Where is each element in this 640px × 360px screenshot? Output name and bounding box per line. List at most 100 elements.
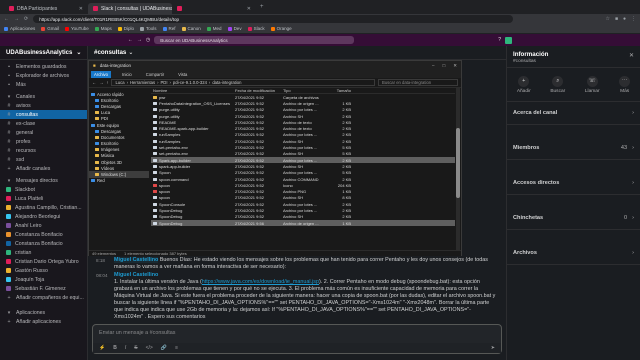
new-tab-icon[interactable]: + xyxy=(260,4,264,10)
workspace-header[interactable]: UDABusinessAnalytics ⌄ xyxy=(0,46,87,60)
channel-header[interactable]: #consultas ⌄ xyxy=(88,46,506,60)
dm-header[interactable]: ▾ Mensajes directos xyxy=(0,176,87,185)
dm-item[interactable]: Cristian Dario Ortega Yubro xyxy=(0,257,87,266)
dm-item[interactable]: cristian xyxy=(0,248,87,257)
dm-list: Slackbot Luca Platteli Agustina Campillo, … xyxy=(0,185,87,293)
slack-search-bar[interactable]: Buscar en UDABusinessAnalytics xyxy=(154,36,355,44)
folder-icon xyxy=(95,117,99,121)
menu-icon[interactable]: ⋮ xyxy=(631,16,636,22)
sidebar-nav-item[interactable]: ▪ Explorador de archivos xyxy=(0,71,87,80)
message[interactable]: 08:04 Miguel Castellino xyxy=(96,272,498,279)
hash-icon: # xyxy=(7,111,11,118)
browser-tab[interactable]: Slack | consultas | UDABusinessA...✕ xyxy=(88,3,172,14)
add-channels-button[interactable]: + Añadir canales xyxy=(0,164,87,173)
back-icon[interactable]: ← xyxy=(4,16,9,22)
dm-item[interactable]: Alejandro Beorlegui xyxy=(0,212,87,221)
history-forward-icon[interactable]: → xyxy=(137,37,142,43)
file-type: Archivo por lotes ... xyxy=(283,207,318,213)
channels-header[interactable]: ▾ Canales xyxy=(0,92,87,101)
message[interactable]: 8:18 Miguel Castellino Buenos Días: He e… xyxy=(96,257,498,271)
dm-item[interactable]: Luca Platteli xyxy=(0,194,87,203)
details-action-más[interactable]: ⋯ Más xyxy=(619,75,631,94)
browser-tab[interactable]: DBA Participantes ✕ xyxy=(4,3,88,14)
dm-item[interactable]: Joaquín Toja xyxy=(0,275,87,284)
bookmark-item[interactable]: Aplicaciones xyxy=(4,26,35,31)
dm-item[interactable]: Agustina Campillo, Cristian... xyxy=(0,203,87,212)
bold-icon[interactable]: B xyxy=(113,345,117,351)
browser-tab[interactable]: ✕ xyxy=(172,3,256,14)
details-section[interactable]: Chinchetas 0 › xyxy=(507,207,640,230)
apps-header[interactable]: ▾ Aplicaciones xyxy=(0,308,87,317)
dm-item[interactable]: Anahí Leiro xyxy=(0,221,87,230)
message-author[interactable]: Miguel Castellino xyxy=(114,272,158,279)
sidebar-channel-ssd[interactable]: # ssd xyxy=(0,155,87,164)
sidebar-channel-profes[interactable]: # profes xyxy=(0,137,87,146)
nav-pane-label: Objetos 3D xyxy=(101,159,122,165)
details-action-llamar[interactable]: ☏ Llamar xyxy=(585,75,600,94)
code-icon[interactable]: </> xyxy=(146,345,153,351)
bookmark-item[interactable]: Dev xyxy=(227,26,242,31)
sidebar-channel-recursos[interactable]: # recursos xyxy=(0,146,87,155)
profile-icon[interactable]: ● xyxy=(623,16,626,22)
author-mention[interactable]: Miguel Castellino xyxy=(114,257,159,263)
sidebar-channel-ex-clase[interactable]: # ex-clase xyxy=(0,119,87,128)
italic-icon[interactable]: I xyxy=(125,345,126,351)
extensions-icon[interactable]: ■ xyxy=(615,16,618,22)
user-avatar[interactable] xyxy=(505,36,513,44)
dm-item[interactable]: Constanza Bonifacio xyxy=(0,230,87,239)
bookmark-item[interactable]: Maps xyxy=(94,26,112,31)
add-colleagues-button[interactable]: + Añadir compañeros de equi... xyxy=(0,293,87,302)
strike-icon[interactable]: S xyxy=(134,345,137,351)
dm-item[interactable]: Constanza Bonifacio xyxy=(0,239,87,248)
details-section[interactable]: Archivos › xyxy=(507,242,640,265)
sidebar-nav-item[interactable]: ▪ Más xyxy=(0,80,87,89)
bookmark-item[interactable]: Med xyxy=(206,26,222,31)
forward-icon[interactable]: → xyxy=(14,16,19,22)
sidebar-channel-consultas[interactable]: # consultas xyxy=(0,110,87,119)
add-apps-button[interactable]: + Añadir aplicaciones xyxy=(0,317,87,326)
explorer-pathbar: ← → ↑ Luca › Herramientas › PDI › pdi-ce-9.1.0… xyxy=(89,78,461,88)
bookmark-item[interactable]: YouTube xyxy=(65,26,89,31)
help-icon[interactable]: ? xyxy=(498,37,501,43)
java-download-link[interactable]: https://www.java.com/es/download/ie_manu… xyxy=(202,279,319,285)
bookmark-item[interactable]: Diplo xyxy=(117,26,134,31)
dm-item[interactable]: Slackbot xyxy=(0,185,87,194)
details-pane: Información #consultas ✕ + Añadir ⌕ Buscar ☏… xyxy=(506,46,640,360)
link-icon[interactable]: 🔗 xyxy=(161,345,167,351)
close-tab-icon[interactable]: ✕ xyxy=(79,6,83,12)
list-icon[interactable]: ≡ xyxy=(175,345,178,351)
details-section[interactable]: Accesos directos › xyxy=(507,172,640,195)
message-time[interactable]: 08:04 xyxy=(96,272,110,279)
nav-pane-label: Luca xyxy=(101,110,111,116)
bookmark-item[interactable]: Tools xyxy=(140,26,157,31)
bookmark-item[interactable]: Gmail xyxy=(41,26,59,31)
address-bar[interactable]: https://app.slack.com/client/T01R1REB5K/… xyxy=(33,15,514,23)
reload-icon[interactable]: ⟳ xyxy=(24,16,28,22)
dm-item[interactable]: Gastón Russo xyxy=(0,266,87,275)
bookmark-item[interactable]: Ref xyxy=(162,26,176,31)
dm-item[interactable]: Sebastián F. Gimenez xyxy=(0,284,87,293)
close-icon[interactable]: ✕ xyxy=(629,52,634,59)
bookmark-item[interactable]: Orange xyxy=(270,26,292,31)
sidebar-nav-item[interactable]: ▪ Elementos guardados xyxy=(0,62,87,71)
details-action-buscar[interactable]: ⌕ Buscar xyxy=(550,75,565,94)
details-section[interactable]: Miembros 43 › xyxy=(507,137,640,160)
sidebar-channel-general[interactable]: # general xyxy=(0,128,87,137)
bolt-icon[interactable]: ⚡ xyxy=(99,345,105,351)
bookmark-item[interactable]: Slack xyxy=(247,26,265,31)
chevron-right-icon: › xyxy=(632,180,634,186)
details-section[interactable]: Acerca del canal › xyxy=(507,102,640,125)
star-icon[interactable]: ☆ xyxy=(605,16,609,22)
bookmark-item[interactable]: Canon xyxy=(181,26,201,31)
message-time[interactable]: 8:18 xyxy=(96,257,110,271)
details-action-añadir[interactable]: + Añadir xyxy=(517,75,531,94)
send-icon[interactable]: ➤ xyxy=(491,345,495,351)
explorer-screenshot[interactable]: ■ data-integration – □ ✕ Archivo Inicio Comp… xyxy=(88,60,462,256)
history-back-icon[interactable]: ← xyxy=(128,37,133,43)
close-tab-icon[interactable]: ✕ xyxy=(247,6,251,12)
sidebar-channel-avisos[interactable]: # avisos xyxy=(0,101,87,110)
message-input[interactable]: Enviar un mensaje a #consultas xyxy=(93,325,501,341)
browser-tab-label: Slack | consultas | UDABusinessA... xyxy=(101,5,172,12)
message-composer[interactable]: Enviar un mensaje a #consultas ⚡ B I S <… xyxy=(92,324,502,354)
history-icon[interactable]: ◷ xyxy=(146,37,150,43)
